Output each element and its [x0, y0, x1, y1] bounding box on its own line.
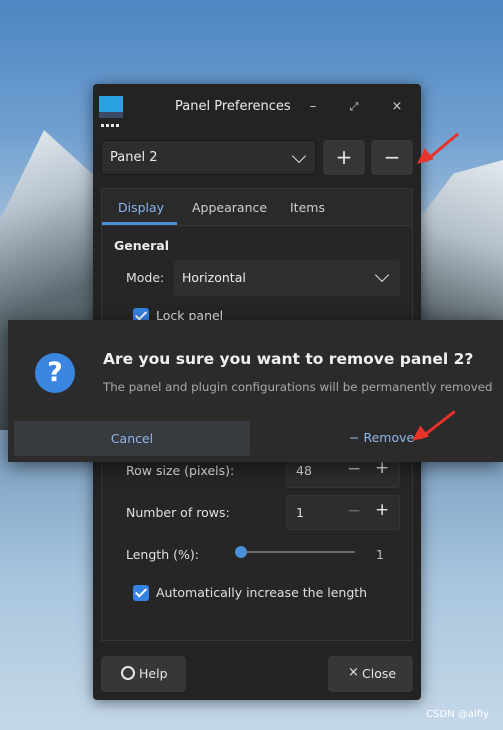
close-label: Close	[362, 666, 397, 681]
watermark: CSDN @alfiy	[426, 709, 489, 720]
rows-label: Number of rows:	[126, 505, 230, 520]
length-slider-handle[interactable]	[235, 546, 247, 558]
row-size-label: Row size (pixels):	[126, 463, 235, 478]
panel-select-value: Panel 2	[110, 150, 158, 165]
chevron-down-icon	[374, 267, 390, 283]
close-button[interactable]: × Close	[328, 656, 413, 692]
panel-app-icon	[99, 96, 123, 127]
decrement-button[interactable]: −	[347, 501, 361, 521]
decrement-button[interactable]: −	[347, 459, 361, 479]
rows-value: 1	[296, 505, 304, 520]
cancel-button[interactable]: Cancel	[14, 421, 250, 456]
question-icon: ?	[35, 353, 75, 393]
length-label: Length (%):	[126, 547, 199, 562]
auto-increase-label: Automatically increase the length	[156, 585, 368, 600]
help-lifebuoy-icon	[121, 666, 135, 680]
maximize-button[interactable]: ⤢	[345, 98, 363, 116]
close-window-button[interactable]: ×	[388, 98, 406, 116]
dialog-message: The panel and plugin configurations will…	[103, 380, 493, 394]
general-section-title: General	[114, 238, 169, 253]
length-slider-track[interactable]	[241, 551, 355, 553]
window-title: Panel Preferences	[175, 99, 291, 114]
rows-spinner[interactable]: 1 − +	[286, 495, 400, 530]
remove-button[interactable]: − Remove	[349, 430, 414, 445]
tab-items[interactable]: Items	[290, 200, 325, 215]
remove-label: Remove	[363, 430, 415, 445]
title-bar[interactable]: Panel Preferences – ⤢ ×	[93, 84, 421, 130]
dialog-title: Are you sure you want to remove panel 2?	[103, 350, 474, 368]
active-tab-indicator	[102, 222, 177, 225]
help-label: Help	[139, 666, 168, 681]
tab-bar: Display Appearance Items	[102, 189, 412, 226]
panel-select-combo[interactable]: Panel 2	[101, 140, 316, 175]
help-button[interactable]: Help	[101, 656, 186, 692]
tab-display[interactable]: Display	[118, 200, 164, 215]
minus-icon: −	[349, 430, 360, 445]
increment-button[interactable]: +	[375, 500, 389, 520]
row-size-value: 48	[296, 463, 312, 478]
mode-label: Mode:	[126, 270, 165, 285]
remove-panel-button[interactable]: −	[371, 140, 413, 175]
tab-appearance[interactable]: Appearance	[192, 200, 267, 215]
auto-increase-checkbox[interactable]	[133, 585, 149, 601]
mode-value: Horizontal	[182, 270, 246, 285]
close-icon: ×	[348, 665, 359, 680]
chevron-down-icon	[291, 148, 307, 164]
mode-select[interactable]: Horizontal	[174, 260, 400, 296]
add-panel-button[interactable]: +	[323, 140, 365, 175]
remove-panel-confirm-dialog: ? Are you sure you want to remove panel …	[8, 320, 503, 462]
length-value: 1	[376, 547, 384, 562]
minimize-button[interactable]: –	[304, 98, 322, 116]
